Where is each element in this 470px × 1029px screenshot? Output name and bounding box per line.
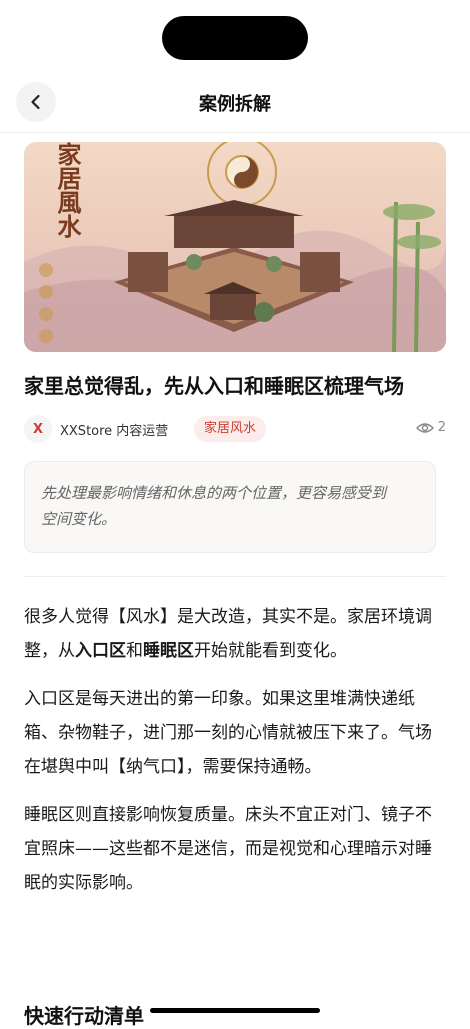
article-meta: X XXStore 内容运营 家居风水 2 — [24, 415, 446, 443]
paragraph-2: 入口区是每天进出的第一印象。如果这里堆满快递纸箱、杂物鞋子，进门那一刻的心情就被… — [24, 689, 432, 777]
summary-line-1: 先处理最影响情绪和休息的两个位置，更容易感受到 — [41, 484, 387, 502]
eye-icon — [415, 422, 434, 433]
article-summary: 先处理最影响情绪和休息的两个位置，更容易感受到 空间变化。 — [24, 461, 436, 553]
section-heading: 快速行动清单 — [24, 1004, 144, 1028]
author-avatar[interactable]: X — [24, 415, 52, 443]
hero-image: 家居風水 — [24, 142, 446, 352]
home-indicator[interactable] — [150, 1008, 320, 1013]
hero-calligraphy-title: 家居風水 — [53, 142, 82, 238]
category-tag[interactable]: 家居风水 — [194, 416, 267, 442]
top-bar: 案例拆解 — [0, 76, 470, 133]
bold-sleep-area: 睡眠区 — [143, 641, 194, 661]
page-title: 案例拆解 — [199, 94, 271, 115]
divider — [24, 576, 446, 577]
article-body: 很多人觉得【风水】是大改造，其实不是。家居环境调整，从入口区和睡眠区开始就能看到… — [24, 600, 448, 914]
paragraph-3: 睡眠区则直接影响恢复质量。床头不宜正对门、镜子不宜照床——这些都不是迷信，而是视… — [24, 805, 432, 893]
summary-line-2: 空间变化。 — [41, 510, 117, 528]
author-name[interactable]: XXStore 内容运营 — [60, 420, 168, 439]
article-title: 家里总觉得乱，先从入口和睡眠区梳理气场 — [24, 374, 404, 398]
paragraph-1: 很多人觉得【风水】是大改造，其实不是。家居环境调整，从入口区和睡眠区开始就能看到… — [24, 607, 432, 661]
dynamic-island — [162, 16, 308, 60]
view-count-value: 2 — [437, 420, 446, 435]
bold-entry-area: 入口区 — [75, 641, 126, 661]
view-count: 2 — [415, 420, 446, 435]
